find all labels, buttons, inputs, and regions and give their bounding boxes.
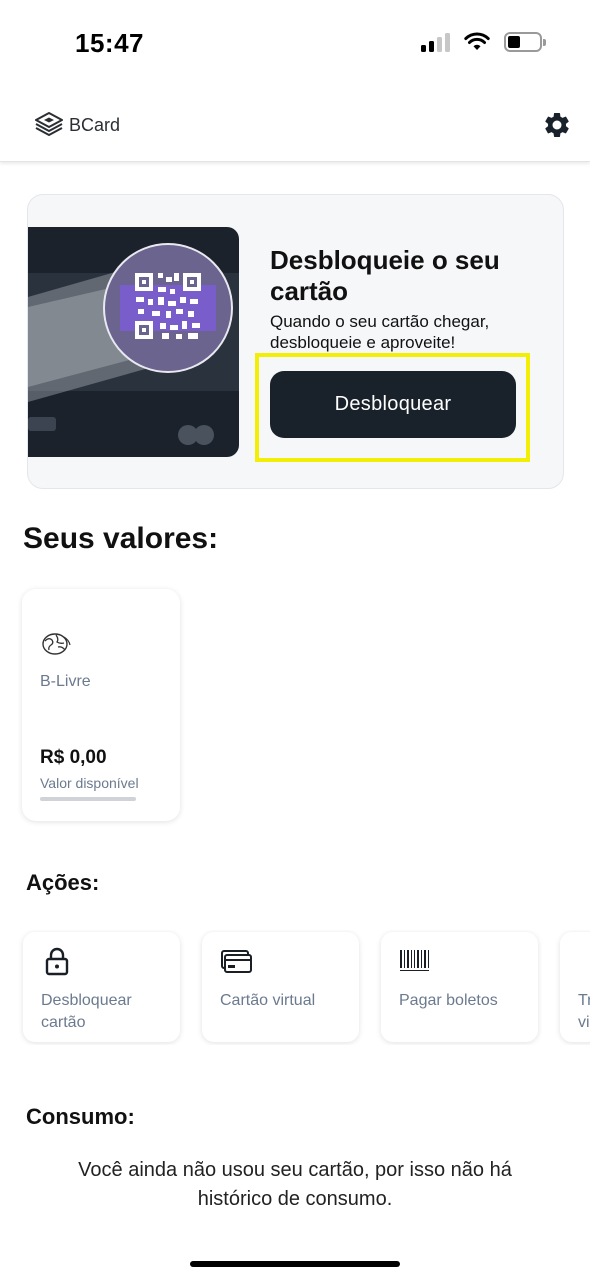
logo-icon bbox=[35, 112, 63, 136]
action-label: Pagar boletos bbox=[399, 992, 498, 1009]
value-name: B-Livre bbox=[40, 673, 91, 690]
consumption-empty-message: Você ainda não usou seu cartão, por isso… bbox=[78, 1159, 512, 1210]
action-label: Tr vi bbox=[578, 992, 590, 1031]
unlock-title: Desbloqueie o seu cartão bbox=[270, 245, 500, 306]
consumption-title: Consumo: bbox=[26, 1104, 135, 1129]
value-progress-bar bbox=[40, 797, 136, 801]
lock-icon bbox=[45, 947, 69, 976]
cellular-signal-icon bbox=[421, 32, 450, 52]
status-time: 15:47 bbox=[75, 28, 144, 58]
home-indicator bbox=[190, 1261, 400, 1267]
app-header: BCard bbox=[0, 90, 590, 162]
action-unlock-card[interactable]: Desbloquear cartão bbox=[23, 932, 180, 1042]
action-label: Desbloquear cartão bbox=[41, 992, 132, 1031]
value-card-b-livre[interactable]: B-Livre R$ 0,00 Valor disponível bbox=[22, 589, 180, 821]
action-label: Cartão virtual bbox=[220, 992, 316, 1009]
unlock-description: Quando o seu cartão chegar, desbloqueie … bbox=[270, 312, 490, 352]
action-pay-bills[interactable]: Pagar boletos bbox=[381, 932, 538, 1042]
status-bar: 15:47 bbox=[0, 0, 590, 90]
values-title: Seus valores: bbox=[23, 522, 219, 555]
bcard-logo: BCard bbox=[33, 110, 120, 140]
action-transfer[interactable]: Tr vi bbox=[560, 932, 590, 1042]
value-label: Valor disponível bbox=[40, 775, 139, 791]
wifi-icon bbox=[464, 32, 490, 50]
unlock-button[interactable]: Desbloquear bbox=[270, 371, 516, 438]
card-icon bbox=[221, 950, 252, 973]
globe-icon bbox=[42, 633, 71, 655]
status-icons bbox=[421, 32, 546, 52]
transfer-icon bbox=[578, 946, 590, 976]
logo-text: BCard bbox=[69, 114, 121, 135]
card-illustration bbox=[28, 227, 239, 457]
value-amount: R$ 0,00 bbox=[40, 747, 107, 768]
barcode-icon bbox=[400, 950, 429, 971]
gear-icon[interactable] bbox=[542, 110, 572, 140]
actions-title: Ações: bbox=[26, 870, 100, 895]
battery-icon bbox=[504, 32, 546, 52]
actions-row[interactable]: Desbloquear cartão Cartão virtual Pagar … bbox=[0, 930, 590, 1045]
unlock-card: Desbloqueie o seu cartão Quando o seu ca… bbox=[27, 194, 564, 489]
action-virtual-card[interactable]: Cartão virtual bbox=[202, 932, 359, 1042]
